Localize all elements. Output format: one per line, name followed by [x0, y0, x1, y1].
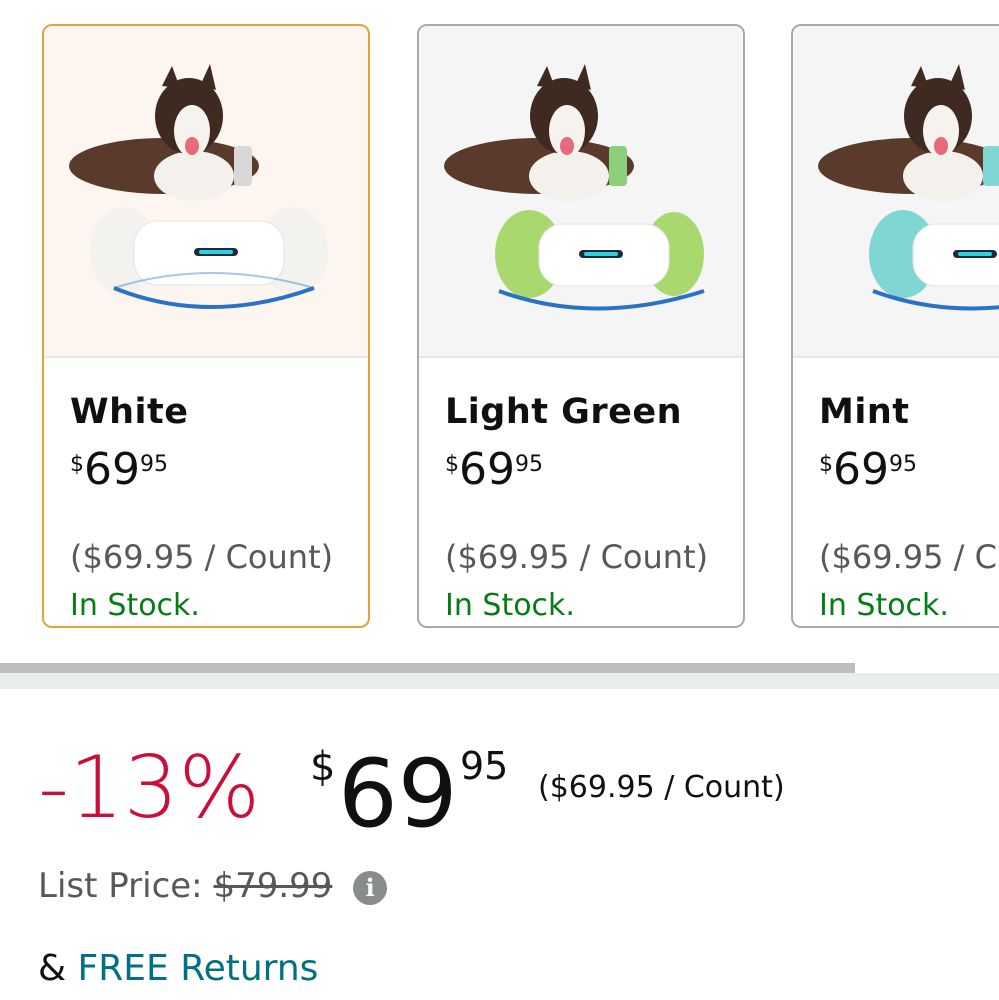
- discount-percentage: -13%: [38, 738, 261, 838]
- product-image: [419, 26, 743, 358]
- variant-carousel: White $6995 ($69.95 / Count) In Stock. L…: [0, 0, 999, 660]
- returns-row: & FREE Returns: [38, 948, 318, 989]
- variant-card-white[interactable]: White $6995 ($69.95 / Count) In Stock.: [42, 24, 370, 628]
- deal-unit-price: ($69.95 / Count): [538, 770, 785, 805]
- list-price-label: List Price:: [38, 866, 203, 906]
- list-price-value: $79.99: [213, 866, 333, 906]
- variant-stock-status: In Stock.: [70, 588, 200, 623]
- variant-card-light-green[interactable]: Light Green $6995 ($69.95 / Count) In St…: [417, 24, 745, 628]
- variant-unit-price: ($69.95 / Count): [445, 538, 709, 576]
- variant-stock-status: In Stock.: [819, 588, 949, 623]
- variant-price: $6995: [70, 444, 168, 495]
- variant-name: White: [70, 392, 189, 432]
- returns-prefix: &: [38, 948, 67, 989]
- section-divider: [0, 673, 999, 689]
- variant-card-mint[interactable]: Mint $6995 ($69.95 / C In Stock.: [791, 24, 999, 628]
- list-price-row: List Price: $79.99 i: [38, 866, 388, 906]
- variant-unit-price: ($69.95 / C: [819, 538, 997, 576]
- variant-name: Light Green: [445, 392, 683, 432]
- variant-unit-price: ($69.95 / Count): [70, 538, 334, 576]
- carousel-scrollbar-thumb[interactable]: [0, 663, 855, 673]
- free-returns-link[interactable]: FREE Returns: [78, 948, 319, 989]
- variant-price: $6995: [819, 444, 917, 495]
- variant-name: Mint: [819, 392, 910, 432]
- info-icon[interactable]: i: [353, 870, 388, 905]
- variant-stock-status: In Stock.: [445, 588, 575, 623]
- product-image: [793, 26, 999, 358]
- product-image: [44, 26, 368, 358]
- variant-price: $6995: [445, 444, 543, 495]
